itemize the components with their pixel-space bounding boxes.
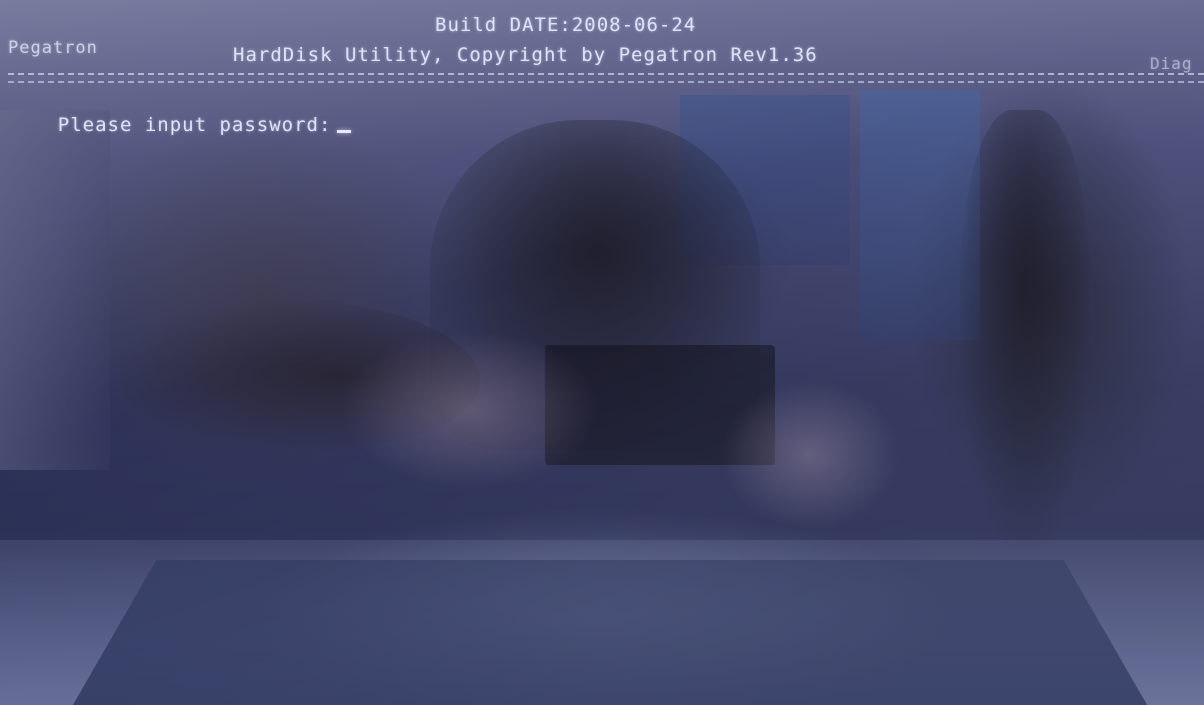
bios-screen: Build DATE:2008-06-24 Pegatron HardDisk … — [0, 0, 1204, 705]
password-prompt-label: Please input password: — [57, 114, 332, 136]
reflection-chair — [960, 110, 1090, 550]
header-separator — [8, 73, 1204, 83]
brand-right-text: Diag — [1150, 54, 1193, 73]
reflection-phone — [545, 345, 775, 465]
reflection-desk — [0, 540, 1204, 705]
password-prompt-line[interactable]: Please input password: — [8, 92, 352, 158]
reflection-window-right — [860, 90, 980, 340]
reflection-hand-right — [720, 380, 900, 530]
reflection-window — [680, 95, 850, 265]
reflection-keyboard — [70, 560, 1150, 705]
build-date-text: Build DATE:2008-06-24 — [435, 14, 697, 36]
reflection-person — [430, 120, 760, 450]
utility-title: HardDisk Utility, Copyright by Pegatron … — [233, 44, 818, 66]
reflection-arm — [120, 300, 480, 450]
reflection-hand-left — [340, 330, 600, 490]
reflection-wall — [0, 110, 110, 470]
text-cursor[interactable] — [337, 130, 352, 133]
brand-left-text: Pegatron — [8, 38, 98, 58]
